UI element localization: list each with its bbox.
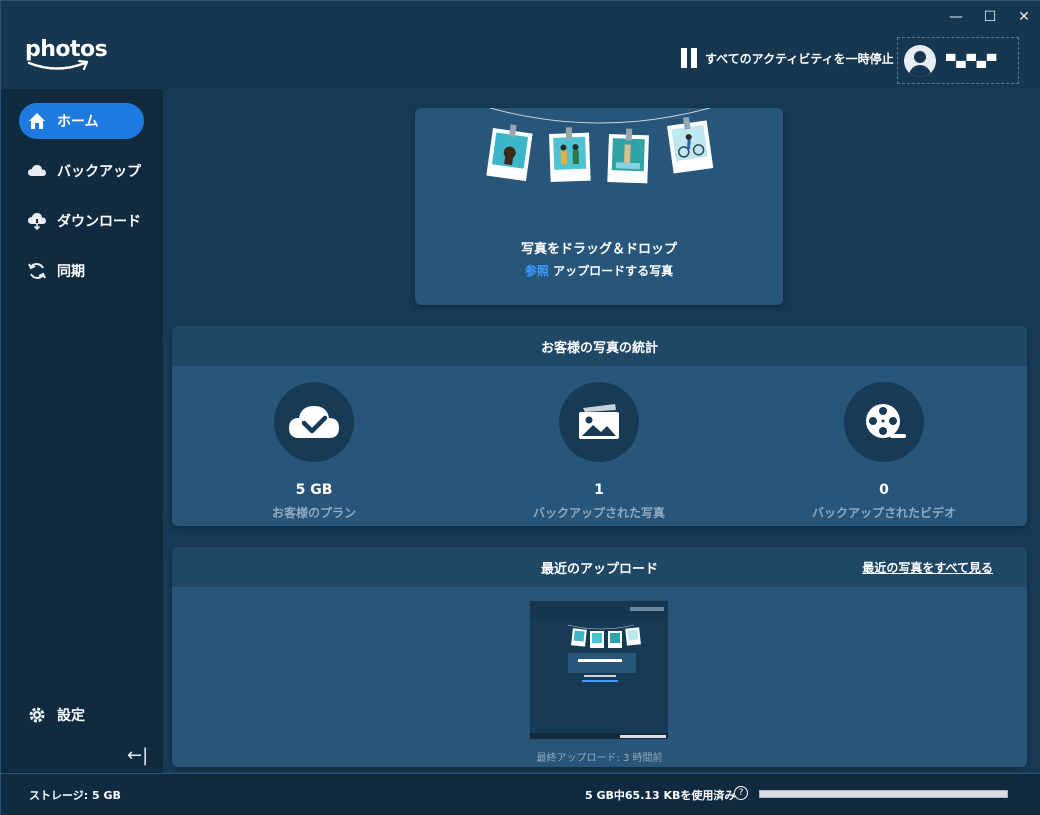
storage-usage-bar <box>759 790 1008 798</box>
sidebar-item-settings[interactable]: 設定 <box>19 697 144 733</box>
pause-all-activity-button[interactable]: すべてのアクティビティを一時停止 <box>681 48 894 68</box>
sidebar-item-label: 設定 <box>57 708 85 724</box>
close-button[interactable]: ✕ <box>1007 1 1040 33</box>
help-icon[interactable]: ? <box>734 786 748 800</box>
drop-zone-title: 写真をドラッグ＆ドロップ <box>520 242 677 257</box>
avatar-icon <box>904 44 936 77</box>
recent-uploads-card: 最近のアップロード 最近の写真をすべて見る 最終アップロード: 3 時間前 <box>172 547 1027 767</box>
collapse-sidebar-button[interactable]: ←| <box>127 745 148 766</box>
hanging-photos-illustration <box>486 108 714 184</box>
sidebar-item-backup[interactable]: バックアップ <box>19 153 144 189</box>
gear-icon <box>27 705 47 725</box>
storage-label: ストレージ: 5 GB <box>29 789 121 802</box>
amazon-photos-logo: photos <box>25 37 108 72</box>
photo-icon <box>559 382 639 462</box>
recent-uploads-header: 最近のアップロード 最近の写真をすべて見る <box>172 547 1027 587</box>
stat-label: お客様のプラン <box>271 506 356 520</box>
stat-label: バックアップされた写真 <box>532 506 665 520</box>
sidebar-item-label: ダウンロード <box>57 214 141 230</box>
drop-zone-subtitle-text: アップロードする写真 <box>548 264 674 278</box>
pause-icon <box>681 48 697 68</box>
see-all-photos-link[interactable]: 最近の写真をすべて見る <box>862 559 993 576</box>
photo-stats-card: お客様の写真の統計 5 GB お客様のプラン 1 バックアップされた写真 0 バ… <box>172 326 1027 526</box>
cloud-check-icon <box>274 382 354 462</box>
drop-zone[interactable]: 写真をドラッグ＆ドロップ 参照 アップロードする写真 <box>415 108 783 305</box>
user-name: ▀▄▀▄▀ <box>946 53 998 68</box>
logo-text: photos <box>25 37 108 62</box>
stat-videos: 0 バックアップされたビデオ <box>744 382 1024 521</box>
sidebar-item-download[interactable]: ダウンロード <box>19 203 144 239</box>
main-content: 写真をドラッグ＆ドロップ 参照 アップロードする写真 お客様の写真の統計 5 G… <box>163 89 1040 773</box>
sidebar-item-label: 同期 <box>57 264 85 280</box>
stat-label: バックアップされたビデオ <box>811 506 956 520</box>
recent-uploads-title: 最近のアップロード <box>540 561 658 577</box>
film-reel-icon <box>844 382 924 462</box>
maximize-button[interactable]: ☐ <box>973 1 1007 33</box>
last-upload-time: 最終アップロード: 3 時間前 <box>536 753 663 764</box>
window-controls: — ☐ ✕ <box>939 1 1040 33</box>
user-account-button[interactable]: ▀▄▀▄▀ <box>897 37 1019 84</box>
pause-label: すべてのアクティビティを一時停止 <box>705 51 894 66</box>
cloud-icon <box>27 161 47 181</box>
thumbnail-image <box>530 601 668 739</box>
drop-zone-subtitle: 参照 アップロードする写真 <box>415 262 783 279</box>
sidebar-item-label: バックアップ <box>57 164 141 180</box>
sidebar-item-label: ホーム <box>57 114 99 130</box>
home-icon <box>27 111 47 131</box>
cloud-download-icon <box>27 211 47 231</box>
stat-value: 5 GB <box>295 482 333 498</box>
stats-title: お客様の写真の統計 <box>172 326 1027 366</box>
stat-value: 0 <box>879 482 889 498</box>
app-window: — ☐ ✕ photos すべてのアクティビティを一時停止 ▀▄▀▄▀ ホーム … <box>0 0 1040 815</box>
status-footer: ストレージ: 5 GB 5 GB中65.13 KBを使用済み ? <box>1 773 1040 815</box>
sidebar-item-home[interactable]: ホーム <box>19 103 144 139</box>
sync-icon <box>27 261 47 281</box>
sidebar: ホーム バックアップ ダウンロード 同期 設定 ←| <box>1 89 163 773</box>
minimize-button[interactable]: — <box>939 1 973 33</box>
stat-plan: 5 GB お客様のプラン <box>174 382 454 521</box>
recent-photo-thumbnail[interactable] <box>529 600 669 740</box>
sidebar-item-sync[interactable]: 同期 <box>19 253 144 289</box>
usage-label: 5 GB中65.13 KBを使用済み <box>585 789 736 802</box>
app-header: — ☐ ✕ photos すべてのアクティビティを一時停止 ▀▄▀▄▀ <box>1 1 1040 89</box>
stat-value: 1 <box>594 482 604 498</box>
stat-photos: 1 バックアップされた写真 <box>459 382 739 521</box>
browse-link[interactable]: 参照 <box>525 264 549 278</box>
